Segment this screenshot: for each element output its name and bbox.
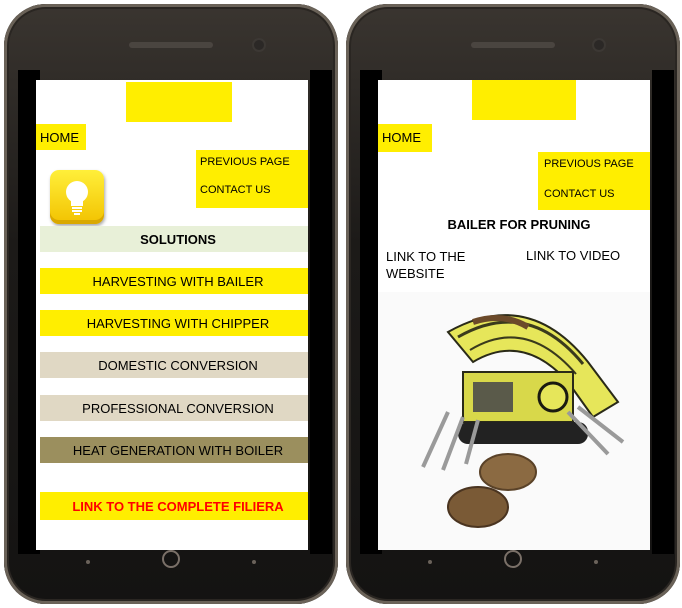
back-dot[interactable] [86,560,90,564]
speaker-grille [471,42,555,48]
back-dot[interactable] [428,560,432,564]
link-to-website[interactable]: LINK TO THE WEBSITE [386,248,496,282]
menu-dot[interactable] [252,560,256,564]
bezel-right [310,70,332,554]
home-label: HOME [40,130,79,145]
home-hardware-button[interactable] [162,550,180,568]
contact-us-link[interactable]: CONTACT US [544,188,615,200]
link-complete-filiera[interactable]: LINK TO THE COMPLETE FILIERA [40,492,308,520]
page-title: BAILER FOR PRUNING [447,217,591,232]
nav-links-box: PREVIOUS PAGE CONTACT US [538,152,650,210]
camera-icon [594,40,604,50]
menu-dot[interactable] [594,560,598,564]
camera-icon [254,40,264,50]
home-label: HOME [382,130,421,145]
speaker-grille [129,42,213,48]
header-logo-box [472,80,576,120]
menu-domestic-conversion[interactable]: DOMESTIC CONVERSION [40,352,308,378]
menu-harvesting-chipper[interactable]: HARVESTING WITH CHIPPER [40,310,308,336]
menu-professional-conversion[interactable]: PROFESSIONAL CONVERSION [40,395,308,421]
menu-harvesting-bailer[interactable]: HARVESTING WITH BAILER [40,268,308,294]
screen-right: HOME PREVIOUS PAGE CONTACT US BAILER FOR… [378,80,650,550]
previous-page-link[interactable]: PREVIOUS PAGE [544,158,634,170]
nav-links-box: PREVIOUS PAGE CONTACT US [196,150,308,208]
lightbulb-icon[interactable] [50,170,104,224]
home-hardware-button[interactable] [504,550,522,568]
home-button[interactable]: HOME [378,124,432,152]
header-logo-box [126,82,232,122]
solutions-heading: SOLUTIONS [40,226,308,252]
phone-frame-left: HOME PREVIOUS PAGE CONTACT US SOLUTIONS … [4,4,338,604]
link-to-video[interactable]: LINK TO VIDEO [526,248,620,263]
screen-left: HOME PREVIOUS PAGE CONTACT US SOLUTIONS … [36,80,308,550]
bailer-machine-image [378,292,650,550]
menu-heat-generation[interactable]: HEAT GENERATION WITH BOILER [40,437,308,463]
home-button[interactable]: HOME [36,124,86,150]
bezel-right [652,70,674,554]
phone-frame-right: HOME PREVIOUS PAGE CONTACT US BAILER FOR… [346,4,680,604]
contact-us-link[interactable]: CONTACT US [200,184,271,196]
previous-page-link[interactable]: PREVIOUS PAGE [200,156,290,168]
